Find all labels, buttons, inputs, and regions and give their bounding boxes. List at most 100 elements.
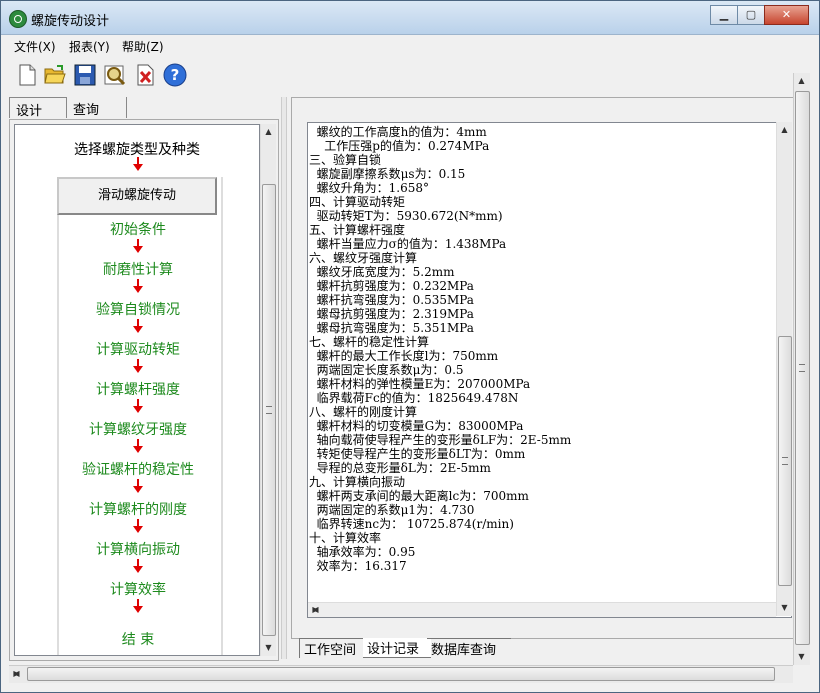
- svg-text:?: ?: [171, 66, 180, 84]
- window-title: 螺旋传动设计: [31, 14, 110, 29]
- report-line: 螺杆抗剪强度为：0.232MPa: [309, 279, 474, 293]
- save-icon[interactable]: [73, 63, 97, 87]
- step-rigidity[interactable]: 计算螺杆的刚度: [57, 499, 219, 519]
- arrow-down-icon: [132, 439, 144, 453]
- sliding-screw-button[interactable]: 滑动螺旋传动: [57, 177, 217, 215]
- delete-icon[interactable]: [133, 63, 157, 87]
- tab-database-query[interactable]: 数据库查询: [427, 638, 511, 658]
- report-line: 临界转速nc为： 10725.874(r/min): [309, 517, 514, 531]
- step-drive-torque[interactable]: 计算驱动转矩: [57, 339, 219, 359]
- report-line: 螺旋副摩擦系数μs为：0.15: [309, 167, 466, 181]
- scroll-thumb[interactable]: [778, 336, 792, 586]
- preview-icon[interactable]: [103, 63, 127, 87]
- step-initial-conditions[interactable]: 初始条件: [57, 219, 219, 239]
- report-line: 十、计算效率: [309, 531, 382, 545]
- flow-title: 选择螺旋类型及种类: [74, 142, 200, 158]
- panel-splitter[interactable]: [281, 97, 287, 659]
- report-line: 工作压强p的值为：0.274MPa: [309, 139, 490, 153]
- help-icon[interactable]: ?: [163, 63, 187, 87]
- report-line: 四、计算驱动转矩: [309, 195, 406, 209]
- menu-help[interactable]: 帮助(Z): [122, 38, 164, 55]
- new-icon[interactable]: [15, 63, 39, 87]
- report-line: 螺杆材料的弹性模量E为：207000MPa: [309, 377, 531, 391]
- title-bar: 螺旋传动设计 ▁ ▢ ✕: [1, 1, 819, 35]
- app-icon: [9, 10, 27, 28]
- report-line: 轴向载荷使导程产生的变形量δLF为：2E-5mm: [309, 433, 572, 447]
- arrow-down-icon: [132, 559, 144, 573]
- grip-icon: [799, 364, 805, 372]
- editor-vscrollbar[interactable]: ▲ ▼: [776, 122, 792, 616]
- report-line: 两端固定长度系数μ为：0.5: [309, 363, 464, 377]
- arrow-down-icon: [132, 279, 144, 293]
- step-lateral-vibration[interactable]: 计算横向振动: [57, 539, 219, 559]
- step-thread-strength[interactable]: 计算螺纹牙强度: [57, 419, 219, 439]
- step-end[interactable]: 结 束: [57, 629, 219, 649]
- report-line: 七、螺杆的稳定性计算: [309, 335, 430, 349]
- report-line: 效率为：16.317: [309, 559, 407, 573]
- tab-design-record[interactable]: 设计记录: [363, 638, 431, 658]
- scroll-right-icon[interactable]: ▶: [308, 602, 323, 617]
- scroll-up-icon[interactable]: ▲: [794, 73, 809, 89]
- step-screw-strength[interactable]: 计算螺杆强度: [57, 379, 219, 399]
- design-record-text[interactable]: 螺纹的工作高度h的值为：4mm 工作压强p的值为：0.274MPa 三、验算自锁 …: [307, 122, 792, 618]
- report-line: 导程的总变形量δL为：2E-5mm: [309, 461, 491, 475]
- arrow-down-icon: [132, 479, 144, 493]
- step-efficiency[interactable]: 计算效率: [57, 579, 219, 599]
- design-panel: 选择螺旋类型及种类 滑动螺旋传动 初始条件 耐磨性计算 验算自锁情况 计算驱动转…: [9, 119, 279, 661]
- menu-bar: 文件(X) 报表(Y) 帮助(Z): [1, 35, 819, 55]
- report-line: 八、螺杆的刚度计算: [309, 405, 418, 419]
- report-line: 五、计算螺杆强度: [309, 223, 406, 237]
- scroll-down-icon[interactable]: ▼: [777, 600, 792, 616]
- report-line: 螺杆抗弯强度为：0.535MPa: [309, 293, 474, 307]
- scroll-down-icon[interactable]: ▼: [794, 649, 809, 665]
- step-self-locking[interactable]: 验算自锁情况: [57, 299, 219, 319]
- window-vscrollbar[interactable]: ▲ ▼: [793, 73, 810, 665]
- arrow-down-icon: [132, 359, 144, 373]
- minimize-button[interactable]: ▁: [710, 5, 738, 25]
- report-line: 螺母抗弯强度为：5.351MPa: [309, 321, 474, 335]
- grip-icon: [782, 457, 788, 465]
- report-line: 螺杆的最大工作长度l为：750mm: [309, 349, 499, 363]
- report-line: 两端固定的系数μ1为：4.730: [309, 503, 475, 517]
- arrow-down-icon: [132, 319, 144, 333]
- step-wear-resistance[interactable]: 耐磨性计算: [57, 259, 219, 279]
- report-line: 转矩使导程产生的变形量δLT为：0mm: [309, 447, 526, 461]
- report-line: 六、螺纹牙强度计算: [309, 251, 418, 265]
- scroll-thumb[interactable]: [27, 667, 775, 681]
- report-line: 螺杆材料的切变模量G为：83000MPa: [309, 419, 524, 433]
- report-line: 螺纹升角为：1.658°: [309, 181, 429, 195]
- maximize-button[interactable]: ▢: [737, 5, 765, 25]
- arrow-down-icon: [132, 239, 144, 253]
- report-line: 临界载荷Fc的值为：1825649.478N: [309, 391, 519, 405]
- scroll-down-icon[interactable]: ▼: [261, 640, 276, 656]
- flow-scrollbar[interactable]: ▲ ▼: [260, 124, 276, 656]
- arrow-down-icon: [132, 399, 144, 413]
- report-line: 螺杆两支承间的最大距离lc为：700mm: [309, 489, 529, 503]
- arrow-down-icon: [132, 157, 144, 171]
- scroll-thumb[interactable]: [262, 184, 276, 636]
- menu-file[interactable]: 文件(X): [14, 38, 56, 55]
- menu-report[interactable]: 报表(Y): [69, 38, 110, 55]
- report-line: 螺杆当量应力σ的值为：1.438MPa: [309, 237, 507, 251]
- scroll-up-icon[interactable]: ▲: [777, 122, 792, 138]
- open-icon[interactable]: [43, 63, 67, 87]
- report-line: 螺母抗剪强度为：2.319MPa: [309, 307, 474, 321]
- step-stability[interactable]: 验证螺杆的稳定性: [57, 459, 219, 479]
- tab-design[interactable]: 设计: [9, 97, 67, 119]
- report-line: 轴承效率为：0.95: [309, 545, 416, 559]
- report-line: 驱动转矩T为：5930.672(N*mm): [309, 209, 503, 223]
- tab-workspace[interactable]: 工作空间: [299, 638, 368, 658]
- arrow-down-icon: [132, 519, 144, 533]
- close-button[interactable]: ✕: [764, 5, 809, 25]
- window-hscrollbar[interactable]: ◀ ▶: [9, 665, 793, 683]
- tab-query[interactable]: 查询: [67, 97, 127, 118]
- scroll-thumb[interactable]: [795, 91, 810, 645]
- arrow-down-icon: [132, 599, 144, 613]
- report-lines: 螺纹的工作高度h的值为：4mm 工作压强p的值为：0.274MPa 三、验算自锁 …: [308, 125, 778, 573]
- toolbar: ?: [1, 57, 819, 93]
- scroll-right-icon[interactable]: ▶: [9, 666, 24, 682]
- report-line: 螺纹牙底宽度为：5.2mm: [309, 265, 455, 279]
- scroll-up-icon[interactable]: ▲: [261, 124, 276, 140]
- main-window: 螺旋传动设计 ▁ ▢ ✕ 文件(X) 报表(Y) 帮助(Z) ? 设计 查询 选…: [0, 0, 820, 693]
- editor-hscrollbar[interactable]: ◀ ▶: [308, 602, 776, 617]
